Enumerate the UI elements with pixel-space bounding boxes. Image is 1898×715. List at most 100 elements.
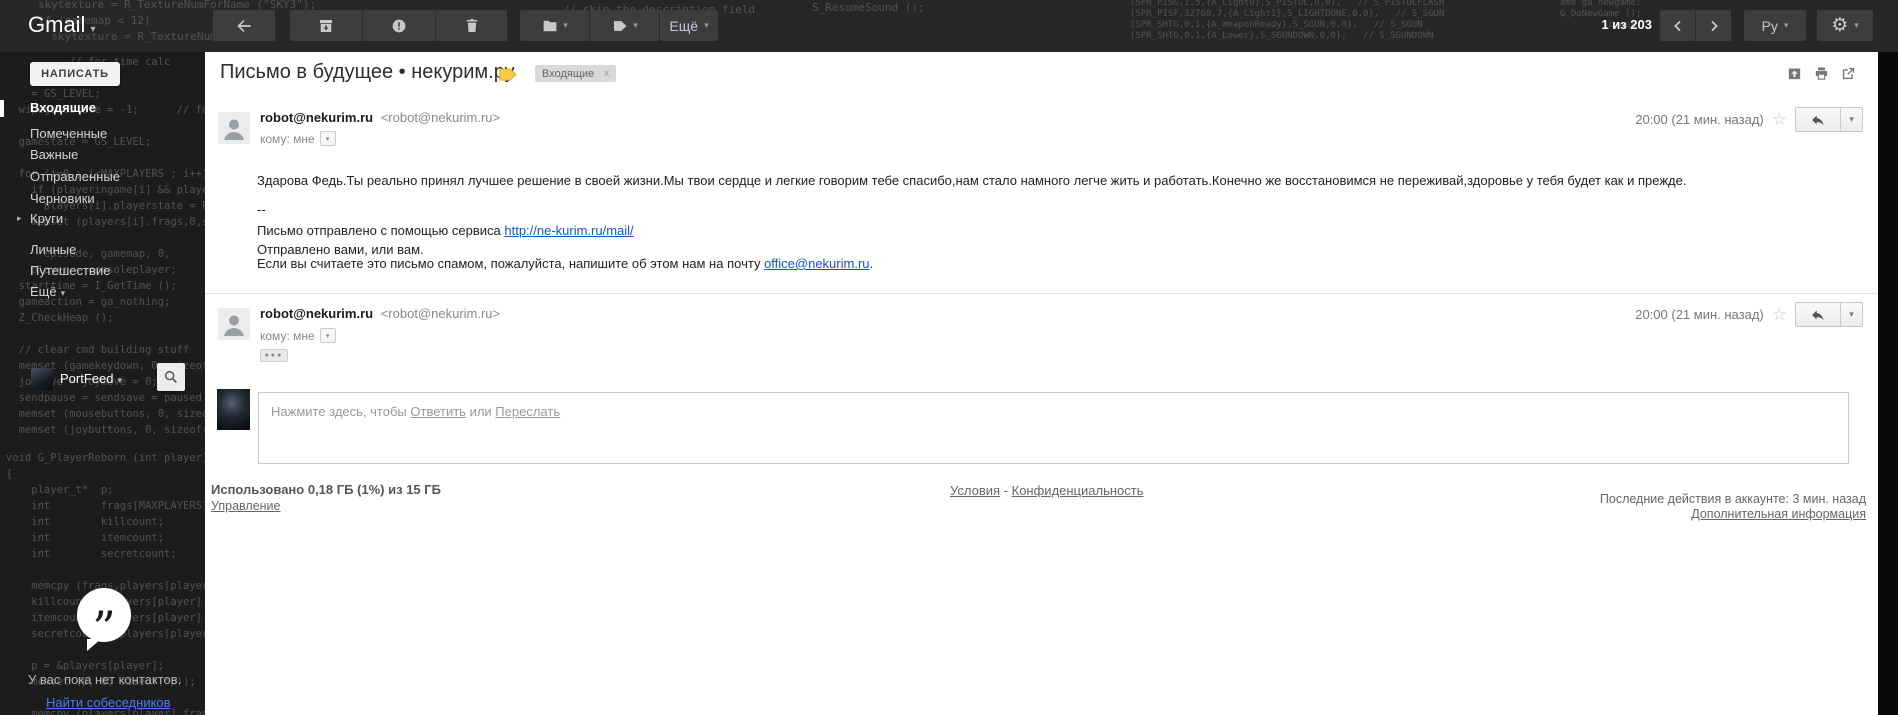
reply-compose-box[interactable]: Нажмите здесь, чтобы Ответить или Пересл… [258,392,1849,464]
more-message-options-button[interactable]: ▾ [1841,303,1862,326]
gear-icon: ⚙ [1831,15,1849,36]
details-dropdown-icon[interactable]: ▾ [319,131,336,146]
sender-avatar[interactable] [218,308,250,340]
importance-marker-icon[interactable] [499,68,517,81]
chevron-down-icon: ▾ [1854,20,1859,30]
recipient-line: кому: мне ▾ [260,328,336,343]
label-chip-inbox[interactable]: Входящие x [535,65,617,82]
chip-remove-icon[interactable]: x [604,68,609,79]
chevron-down-icon: ▾ [633,20,638,30]
office-email-link[interactable]: office@nekurim.ru [764,256,869,271]
sidebar-item-circles[interactable]: Круги [30,211,63,226]
pager-count: 1 из 203 [1601,17,1652,32]
input-language-button[interactable]: Ру ▾ [1744,10,1806,41]
print-icon[interactable] [1813,65,1830,82]
chevron-down-icon: ▾ [563,20,568,30]
message-sender[interactable]: robot@nekurim.ru <robot@nekurim.ru> [260,110,500,125]
forward-link[interactable]: Переслать [495,404,560,419]
chat-profile-avatar[interactable] [31,368,53,390]
chevron-down-icon: ▾ [60,288,66,298]
recipient-line: кому: мне ▾ [260,131,336,146]
older-button[interactable] [1696,10,1731,41]
labels-button[interactable]: ▾ [590,10,659,41]
sidebar-item-inbox[interactable]: Входящие [30,100,96,115]
open-in-new-window-icon[interactable] [1840,65,1857,82]
show-trimmed-content-button[interactable]: ●●● [260,349,288,362]
last-activity-text: Последние действия в аккаунте: 3 мин. на… [1599,492,1866,506]
more-actions-button[interactable]: Ещё ▾ [660,10,718,41]
chevron-down-icon: ▾ [1849,309,1854,319]
chat-search-button[interactable] [157,363,185,391]
message-timestamp: 20:00 (21 мин. назад) [1635,307,1764,322]
chevron-down-icon: ▾ [1783,20,1789,30]
newer-button[interactable] [1660,10,1696,41]
sidebar-item-personal[interactable]: Личные [30,242,76,257]
archive-button[interactable] [290,10,363,41]
move-to-button[interactable]: ▾ [520,10,590,41]
message-divider [205,293,1878,294]
reply-button[interactable] [1796,108,1841,131]
more-message-options-button[interactable]: ▾ [1841,108,1862,131]
sidebar-item-drafts[interactable]: Черновики [30,191,95,206]
manage-storage-link[interactable]: Управление [211,499,281,513]
reply-hint-text: или [465,404,496,419]
message-sender[interactable]: robot@nekurim.ru <robot@nekurim.ru> [260,306,500,321]
thread-subject: Письмо в будущее • некурим.ру [220,61,515,83]
reply-button[interactable] [1796,303,1841,326]
sender-address: <robot@nekurim.ru> [380,110,501,125]
details-dropdown-icon[interactable]: ▾ [319,328,336,343]
hangouts-icon: ” [77,588,131,651]
message-body: Здарова Федь.Ты реально принял лучшее ре… [257,173,1687,188]
screen-edge [1878,52,1898,715]
expand-all-icon[interactable] [1786,65,1803,82]
chevron-left-icon [1670,18,1686,34]
reply-arrow-icon [1810,307,1826,323]
recipient-text: кому: мне [260,328,315,343]
report-spam-button[interactable] [363,10,436,41]
service-link[interactable]: http://ne-kurim.ru/mail/ [504,223,633,238]
top-toolbar: skytexture = R_TextureNumForName ("SKY3"… [0,0,1898,52]
search-icon [163,369,179,385]
conversation-view: Письмо в будущее • некурим.ру Входящие x… [205,52,1878,715]
delete-button[interactable] [436,10,507,41]
signature-text: Письмо отправлено с помощью сервиса [257,223,505,238]
conversation-nav-group [1660,10,1731,41]
organize-actions-group: ▾ ▾ [520,10,659,41]
sender-address: <robot@nekurim.ru> [380,306,501,321]
terms-link[interactable]: Условия [950,483,1000,498]
find-contacts-link[interactable]: Найти собеседников [46,695,171,710]
sidebar-item-more[interactable]: Ещё ▾ [30,284,65,299]
sidebar-item-important[interactable]: Важные [30,147,78,162]
link-separator: - [1000,483,1012,498]
star-icon[interactable]: ☆ [1772,306,1787,323]
privacy-link[interactable]: Конфиденциальность [1012,483,1144,498]
sidebar-item-sent[interactable]: Отправленные [30,169,120,184]
reply-hint: Нажмите здесь, чтобы Ответить или Пересл… [271,404,1848,419]
message-actions-group [290,10,507,41]
back-arrow-icon [234,16,254,36]
sender-avatar[interactable] [218,112,250,144]
chat-profile-name[interactable]: PortFeed ▾ [60,371,122,386]
star-icon[interactable]: ☆ [1772,111,1787,128]
expand-triangle-icon[interactable]: ▸ [17,213,22,224]
storage-quota: Использовано 0,18 ГБ (1%) из 15 ГБ [211,482,441,497]
reply-hint-text: Нажмите здесь, чтобы [271,404,411,419]
signature-dashes: -- [257,202,266,217]
back-button[interactable] [213,10,275,41]
more-actions-label: Ещё [669,17,699,34]
signature-text: Если вы считаете это письмо спамом, пожа… [257,256,765,271]
reply-button-group: ▾ [1795,107,1863,132]
compose-button[interactable]: НАПИСАТЬ [30,62,120,86]
reply-arrow-icon [1810,112,1826,128]
settings-button[interactable]: ⚙ ▾ [1817,10,1873,41]
sidebar-item-travel[interactable]: Путешествие [30,263,110,278]
reply-link[interactable]: Ответить [410,404,466,419]
chevron-down-icon: ▾ [1849,114,1854,124]
no-contacts-text: У вас пока нет контактов. [28,672,182,687]
sidebar-item-starred[interactable]: Помеченные [30,126,107,141]
thread-header-icons [1786,65,1857,82]
gmail-logo[interactable]: Gmail ▾ [28,12,95,38]
trash-icon [463,17,481,35]
signature-line-2: Отправлено вами, или вам. [257,242,424,257]
activity-details-link[interactable]: Дополнительная информация [1600,507,1866,522]
